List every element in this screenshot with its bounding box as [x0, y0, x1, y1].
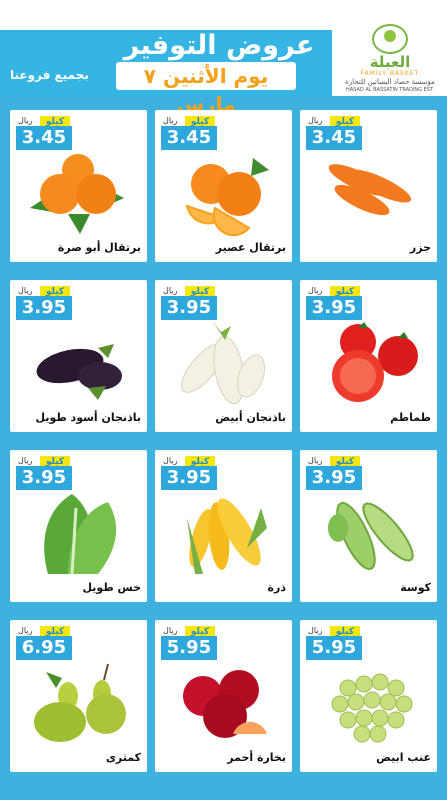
logo-english-name: HASAD AL BASSATIN TRADING EST.: [346, 87, 434, 93]
currency-label: ريال: [18, 116, 33, 125]
currency-label: ريال: [163, 286, 178, 295]
currency-label: ريال: [163, 116, 178, 125]
product-name: باذنجان أسود طويل: [35, 411, 141, 424]
price-tag: ريال كيلو 3.95: [14, 286, 74, 322]
product-name: باذنجان أبيض: [215, 411, 286, 424]
red-plums-icon: [183, 670, 267, 738]
product-name: ذرة: [267, 581, 286, 594]
store-logo: العبلة FAMILY BASKET مؤسسة حصاد البساتين…: [340, 22, 440, 96]
price-tag: ريال كيلو 3.95: [304, 456, 364, 492]
price: 3.45: [306, 126, 362, 150]
price: 3.45: [16, 126, 72, 150]
white-eggplant-icon: [181, 322, 266, 405]
branches-note: بجميع فروعنا: [10, 68, 89, 82]
price-tag: ريال كيلو 5.95: [304, 626, 364, 662]
price: 5.95: [306, 636, 362, 660]
product-card[interactable]: ريال كيلو 5.95 بخارة أحمر: [155, 620, 292, 772]
price-tag: ريال كيلو 3.95: [304, 286, 364, 322]
price-tag: ريال كيلو 3.45: [14, 116, 74, 152]
price: 3.95: [306, 296, 362, 320]
price-tag: ريال كيلو 3.45: [159, 116, 219, 152]
product-name: كوسة: [400, 581, 431, 594]
product-card[interactable]: ريال كيلو 3.95 كوسة: [300, 450, 437, 602]
product-card[interactable]: ريال كيلو 3.95 ذرة: [155, 450, 292, 602]
price-tag: ريال كيلو 3.95: [159, 286, 219, 322]
product-card[interactable]: ريال كيلو 3.95 باذنجان أسود طويل: [10, 280, 147, 432]
product-card[interactable]: ريال كيلو 3.45 جزر: [300, 110, 437, 262]
pears-icon: [34, 663, 126, 742]
product-name: برتقال عصير: [215, 241, 286, 254]
product-card[interactable]: ريال كيلو 5.95 عنب ابيض: [300, 620, 437, 772]
price-tag: ريال كيلو 6.95: [14, 626, 74, 662]
product-name: جزر: [409, 241, 431, 254]
page-title: عروض التوفير: [123, 30, 315, 61]
currency-label: ريال: [18, 626, 33, 635]
price-tag: ريال كيلو 5.95: [159, 626, 219, 662]
romaine-lettuce-icon: [44, 494, 117, 575]
product-card[interactable]: ريال كيلو 3.95 باذنجان أبيض: [155, 280, 292, 432]
tomatoes-icon: [332, 322, 418, 402]
product-card[interactable]: ريال كيلو 3.45 برتقال عصير: [155, 110, 292, 262]
product-card[interactable]: ريال كيلو 3.95 خس طويل: [10, 450, 147, 602]
product-name: طماطم: [390, 411, 431, 424]
currency-label: ريال: [308, 116, 323, 125]
price-tag: ريال كيلو 3.45: [304, 116, 364, 152]
currency-label: ريال: [163, 456, 178, 465]
header: عروض التوفير يوم الأثنين ٧ مارس بجميع فر…: [0, 0, 447, 116]
currency-label: ريال: [308, 626, 323, 635]
currency-label: ريال: [18, 286, 33, 295]
product-name: عنب ابيض: [376, 751, 431, 764]
corn-icon: [187, 498, 267, 574]
currency-label: ريال: [308, 286, 323, 295]
product-grid: ريال كيلو 3.45 جزر ريال كيلو 3.45 برتقال…: [0, 96, 447, 800]
white-grapes-icon: [331, 673, 413, 743]
basket-icon: [372, 24, 408, 54]
price-tag: ريال كيلو 3.95: [14, 456, 74, 492]
logo-name: العبلة: [369, 53, 411, 71]
navel-orange-icon: [30, 154, 124, 234]
product-card[interactable]: ريال كيلو 3.95 طماطم: [300, 280, 437, 432]
black-eggplant-icon: [36, 344, 122, 400]
price: 3.95: [161, 466, 217, 490]
currency-label: ريال: [163, 626, 178, 635]
price: 3.95: [16, 466, 72, 490]
price: 6.95: [16, 636, 72, 660]
currency-label: ريال: [308, 456, 323, 465]
carrots-icon: [328, 164, 412, 216]
price: 3.45: [161, 126, 217, 150]
product-name: خس طويل: [82, 581, 141, 594]
price: 3.95: [161, 296, 217, 320]
price: 3.95: [306, 466, 362, 490]
juice-orange-icon: [185, 158, 269, 237]
product-card[interactable]: ريال كيلو 6.95 كمثرى: [10, 620, 147, 772]
product-name: كمثرى: [105, 751, 141, 764]
currency-label: ريال: [18, 456, 33, 465]
price-tag: ريال كيلو 3.95: [159, 456, 219, 492]
product-name: برتقال أبو صرة: [57, 241, 141, 254]
product-name: بخارة أحمر: [227, 751, 286, 764]
offer-date: يوم الأثنين ٧ مارس: [116, 62, 296, 116]
logo-subtitle: FAMILY BASKET: [360, 70, 420, 77]
zucchini-icon: [328, 501, 414, 571]
logo-arabic-name: مؤسسة حصاد البساتين للتجارة: [345, 78, 435, 86]
price: 3.95: [16, 296, 72, 320]
product-card[interactable]: ريال كيلو 3.45 برتقال أبو صرة: [10, 110, 147, 262]
price: 5.95: [161, 636, 217, 660]
